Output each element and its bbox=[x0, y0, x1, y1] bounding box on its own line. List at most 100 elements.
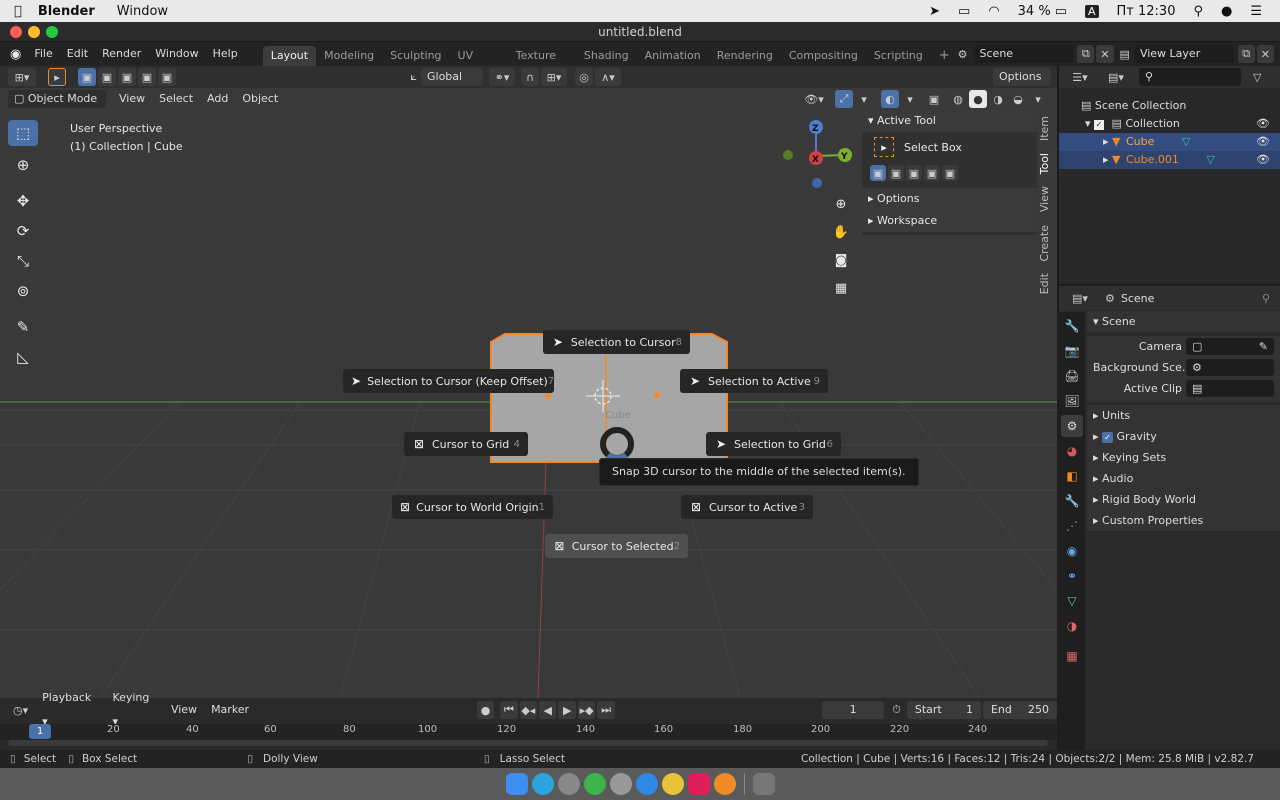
constraint-properties-icon[interactable]: ⚭ bbox=[1061, 565, 1083, 587]
battery-label[interactable]: 34 % bbox=[1018, 4, 1051, 19]
orientation-icon[interactable]: ⟀ bbox=[410, 70, 417, 84]
safari-icon[interactable] bbox=[635, 773, 658, 795]
viewport-menu-view[interactable]: View bbox=[112, 88, 152, 110]
overlay-toggle-icon[interactable]: ◐ bbox=[881, 90, 899, 108]
tab-create[interactable]: Create bbox=[1038, 219, 1057, 268]
pie-selection-to-grid[interactable]: ➤ Selection to Grid 6 bbox=[706, 432, 841, 456]
eye-icon[interactable]: 👁 bbox=[1256, 133, 1270, 151]
prev-keyframe-icon[interactable]: ◆◂ bbox=[519, 701, 538, 719]
scene-selector[interactable]: Scene bbox=[973, 45, 1074, 63]
editor-type-icon[interactable]: ⊞▾ bbox=[8, 68, 36, 86]
eye-icon[interactable]: 👁 bbox=[1256, 115, 1270, 133]
jump-start-icon[interactable]: ⏮ bbox=[500, 701, 518, 719]
pie-cursor-to-world-origin[interactable]: ⊠ Cursor to World Origin 1 bbox=[392, 495, 553, 519]
visibility-icon[interactable]: 👁▾ bbox=[801, 90, 827, 108]
end-frame-field[interactable]: End 250 bbox=[982, 701, 1058, 719]
tab-scripting[interactable]: Scripting bbox=[866, 46, 931, 66]
scene-properties-icon[interactable]: ⚙ bbox=[1061, 415, 1083, 437]
tab-uv-editing[interactable]: UV Editing bbox=[450, 46, 508, 82]
outliner-cube-001[interactable]: ▸ ▼ Cube.001 ▽ 👁 bbox=[1059, 151, 1280, 169]
mode-new-icon[interactable]: ▣ bbox=[870, 165, 886, 181]
falloff-icon[interactable]: ∧▾ bbox=[595, 68, 621, 86]
proportional-edit-icon[interactable]: ◎ bbox=[575, 68, 593, 86]
new-scene-icon[interactable]: ⧉ bbox=[1077, 45, 1095, 63]
texture-properties-icon[interactable]: ▦ bbox=[1061, 645, 1083, 667]
tab-animation[interactable]: Animation bbox=[637, 46, 709, 66]
menu-window[interactable]: Window bbox=[148, 42, 205, 66]
tool-annotate[interactable]: ✎ bbox=[8, 314, 38, 340]
mode-difference-icon[interactable]: ▣ bbox=[138, 68, 156, 86]
app-name[interactable]: Blender bbox=[38, 4, 95, 19]
units-panel-header[interactable]: ▸ Units bbox=[1087, 405, 1280, 426]
play-reverse-icon[interactable]: ◀ bbox=[539, 701, 557, 719]
gizmo-neg-z[interactable] bbox=[812, 178, 822, 188]
gizmo-toggle-icon[interactable]: ⤢ bbox=[835, 90, 853, 108]
siri-icon[interactable]: ● bbox=[1221, 4, 1232, 19]
wifi-icon[interactable]: ◠ bbox=[988, 4, 999, 19]
pie-selection-to-cursor-keep-offset[interactable]: ➤ Selection to Cursor (Keep Offset) 7 bbox=[343, 369, 554, 393]
xray-icon[interactable]: ▣ bbox=[925, 90, 943, 108]
timeline-menu-view[interactable]: View bbox=[164, 698, 204, 722]
tool-rotate[interactable]: ⟳ bbox=[8, 218, 38, 244]
tab-sculpting[interactable]: Sculpting bbox=[382, 46, 449, 66]
tool-cursor[interactable]: ⊕ bbox=[8, 152, 38, 178]
launchpad-icon[interactable] bbox=[557, 773, 580, 795]
expand-icon[interactable]: ▾ bbox=[1085, 117, 1094, 130]
camera-view-icon[interactable]: ◙ bbox=[829, 248, 853, 272]
background-scene-field[interactable]: ⚙ bbox=[1186, 359, 1274, 376]
outliner-editor-type-icon[interactable]: ☰▾ bbox=[1067, 68, 1093, 86]
object-properties-icon[interactable]: ◧ bbox=[1061, 465, 1083, 487]
snap-target-icon[interactable]: ⊞▾ bbox=[541, 68, 567, 86]
mode-new-icon[interactable]: ▣ bbox=[78, 68, 96, 86]
modifier-properties-icon[interactable]: 🔧 bbox=[1061, 490, 1083, 512]
filter-icon[interactable]: ▽ bbox=[1253, 71, 1261, 84]
tab-rendering[interactable]: Rendering bbox=[709, 46, 781, 66]
input-source-icon[interactable]: A bbox=[1084, 4, 1099, 18]
mode-subtract-icon[interactable]: ▣ bbox=[118, 68, 136, 86]
jump-end-icon[interactable]: ⏭ bbox=[597, 701, 615, 719]
trash-icon[interactable] bbox=[752, 773, 775, 795]
options-dropdown[interactable]: Options bbox=[993, 68, 1051, 86]
custom-properties-panel-header[interactable]: ▸ Custom Properties bbox=[1087, 510, 1280, 531]
shading-rendered-icon[interactable]: ◒ bbox=[1009, 90, 1027, 108]
shading-material-icon[interactable]: ◑ bbox=[989, 90, 1007, 108]
notification-center-icon[interactable]: ☰ bbox=[1250, 4, 1262, 19]
overlay-dropdown-icon[interactable]: ▾ bbox=[901, 90, 919, 108]
active-tool-header[interactable]: ▾ Active Tool bbox=[862, 110, 1037, 132]
view-layer-properties-icon[interactable]: 🖼 bbox=[1061, 390, 1083, 412]
transform-orientation-dropdown[interactable]: Global bbox=[421, 68, 483, 86]
mode-extend-icon[interactable]: ▣ bbox=[98, 68, 116, 86]
timeline-scrollbar[interactable] bbox=[8, 740, 1048, 746]
material-properties-icon[interactable]: ◑ bbox=[1061, 615, 1083, 637]
scene-icon[interactable]: ⚙ bbox=[958, 48, 968, 61]
rigid-body-world-panel-header[interactable]: ▸ Rigid Body World bbox=[1087, 489, 1280, 510]
pivot-icon[interactable]: ⚭▾ bbox=[489, 68, 515, 86]
timeline-menu-marker[interactable]: Marker bbox=[204, 698, 256, 722]
properties-editor-type-icon[interactable]: ▤▾ bbox=[1067, 289, 1093, 307]
outliner-search-input[interactable]: ⚲ bbox=[1139, 68, 1241, 86]
world-properties-icon[interactable]: ◕ bbox=[1061, 440, 1083, 462]
scene-panel-header[interactable]: ▾ Scene bbox=[1087, 311, 1280, 332]
blender-icon[interactable] bbox=[713, 773, 736, 795]
view-layer-selector[interactable]: View Layer bbox=[1133, 45, 1234, 63]
tool-transform[interactable]: ⊚ bbox=[8, 278, 38, 304]
timeline-editor-type-icon[interactable]: ◷▾ bbox=[8, 701, 33, 719]
spotlight-icon[interactable]: ⚲ bbox=[1193, 4, 1203, 19]
mode-difference-icon[interactable]: ▣ bbox=[924, 165, 940, 181]
tab-tool[interactable]: Tool bbox=[1038, 147, 1057, 181]
ortho-grid-icon[interactable]: ▦ bbox=[829, 276, 853, 300]
tool-select-box[interactable]: ⬚ bbox=[8, 120, 38, 146]
physics-properties-icon[interactable]: ◉ bbox=[1061, 540, 1083, 562]
pan-hand-icon[interactable]: ✋ bbox=[829, 220, 853, 244]
tab-texture-paint[interactable]: Texture Paint bbox=[508, 46, 576, 82]
expand-icon[interactable]: ▸ bbox=[1103, 153, 1112, 166]
tab-layout[interactable]: Layout bbox=[262, 46, 317, 66]
keying-sets-panel-header[interactable]: ▸ Keying Sets bbox=[1087, 447, 1280, 468]
location-icon[interactable]: ➤ bbox=[929, 4, 940, 19]
gizmo-neg-y[interactable] bbox=[783, 150, 793, 160]
eyedropper-icon[interactable]: ✎ bbox=[1259, 338, 1268, 355]
outliner-cube[interactable]: ▸ ▼ Cube ▽ 👁 bbox=[1059, 133, 1280, 151]
finder-icon[interactable] bbox=[505, 773, 528, 795]
gizmo-dropdown-icon[interactable]: ▾ bbox=[855, 90, 873, 108]
timeline-ruler[interactable]: 1 20 40 60 80 100 120 140 160 180 200 22… bbox=[0, 724, 1057, 740]
